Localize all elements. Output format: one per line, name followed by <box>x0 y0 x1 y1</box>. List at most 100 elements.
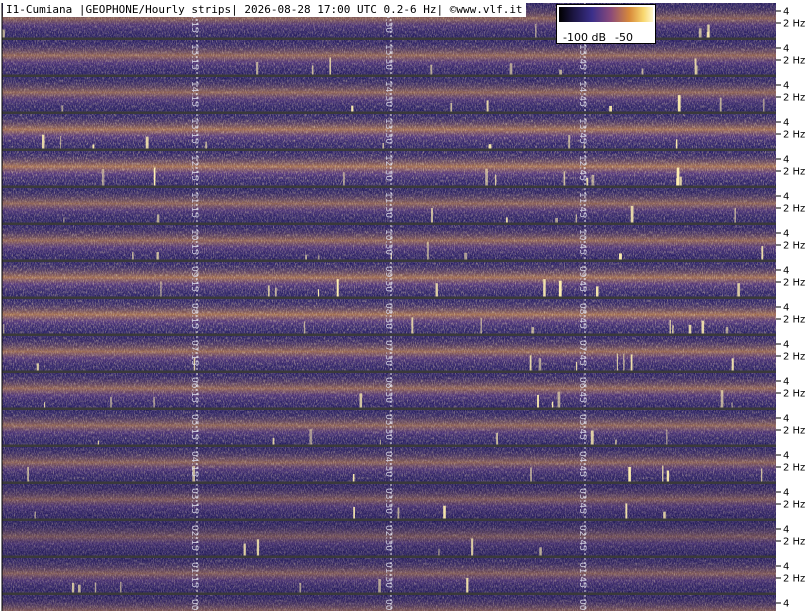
frequency-tick-label: 4 <box>783 451 789 462</box>
strip-burst <box>719 97 722 112</box>
strip-separator <box>2 111 776 114</box>
time-label: 15:15 <box>189 44 199 70</box>
strip-burst <box>92 144 95 149</box>
frequency-tick-label: 2 Hz <box>783 204 805 215</box>
strip-burst <box>609 105 612 112</box>
strip-burst <box>205 141 207 149</box>
strip-burst <box>505 217 508 223</box>
strip-burst <box>537 394 539 408</box>
strip-burst <box>559 69 562 75</box>
strip-burst <box>267 285 270 297</box>
strip-burst <box>707 24 710 38</box>
strip-separator <box>2 481 776 484</box>
hour-strip-01: 01:15 01:30 01:45 <box>2 558 776 595</box>
strip-burst <box>431 207 433 223</box>
spectrogram-chart: 16:1516:3016:4515:1515:3015:4514:1514:30… <box>0 0 812 611</box>
strip-burst <box>397 507 400 519</box>
frequency-tick-label: 4 <box>783 340 789 351</box>
strip-separator <box>2 444 776 447</box>
time-label: 02:15 <box>189 525 199 551</box>
strip-burst <box>305 254 307 260</box>
time-label: 09:15 <box>189 266 199 292</box>
strip-burst <box>630 354 633 371</box>
frequency-tick-label: 4 <box>783 414 789 425</box>
strip-burst <box>672 325 674 334</box>
strip-burst <box>616 353 618 371</box>
strip-burst <box>488 144 492 149</box>
strip-burst <box>734 207 736 223</box>
time-label: 06:30 <box>383 377 393 403</box>
hour-strip-12: 12:15 12:30 12:45 <box>2 151 776 188</box>
strip-burst <box>662 465 664 482</box>
frequency-tick-label: 4 <box>783 44 789 55</box>
strip-burst <box>311 65 314 75</box>
time-label: 05:30 <box>383 414 393 440</box>
strip-burst <box>688 324 692 334</box>
strip-burst <box>619 253 622 260</box>
time-label: 09:45 <box>577 266 587 292</box>
frequency-tick-label: 2 Hz <box>783 537 805 548</box>
strip-burst <box>101 169 105 186</box>
strip-burst <box>663 511 666 519</box>
frequency-tick-label: 2 Hz <box>783 352 805 363</box>
strip-burst <box>317 255 320 260</box>
frequency-tick-label: 2 Hz <box>783 278 805 289</box>
strip-burst <box>275 287 277 297</box>
time-label: 13:15 <box>189 118 199 144</box>
strip-burst <box>160 281 162 297</box>
strip-burst <box>486 100 489 112</box>
time-label: 11:30 <box>383 192 393 218</box>
strip-burst <box>761 246 764 260</box>
strip-burst <box>120 581 122 593</box>
time-label: 03:15 <box>189 488 199 514</box>
strip-burst <box>329 57 331 75</box>
frequency-tick-label: 2 Hz <box>783 241 805 252</box>
strip-burst <box>359 393 363 408</box>
frequency-tick-label: 2 Hz <box>783 574 805 585</box>
strip-burst <box>317 289 320 297</box>
hour-strip-13: 13:15 13:30 13:45 <box>2 114 776 151</box>
strip-burst <box>256 539 260 556</box>
strip-burst <box>596 286 599 297</box>
strip-burst <box>720 390 724 408</box>
time-label: 02:30 <box>383 525 393 551</box>
strip-burst <box>731 358 734 371</box>
frequency-tick-label: 4 <box>783 118 789 129</box>
strip-burst <box>153 167 156 186</box>
frequency-tick-label: 4 <box>783 7 789 18</box>
strip-burst <box>698 28 702 38</box>
strip-burst <box>471 538 474 556</box>
strip-separator <box>2 148 776 151</box>
strip-burst <box>676 178 678 186</box>
time-label: 06:45 <box>577 377 587 403</box>
strip-burst <box>531 327 535 334</box>
strip-burst <box>568 134 571 149</box>
strip-separator <box>2 74 776 77</box>
frequency-tick-label: 4 <box>783 562 789 573</box>
strip-separator <box>2 185 776 188</box>
strip-burst <box>110 396 112 408</box>
frequency-tick-label: 4 <box>783 229 789 240</box>
time-label: 11:15 <box>189 192 199 218</box>
strip-burst <box>737 283 740 297</box>
frequency-tick-label: 2 Hz <box>783 19 805 30</box>
strip-burst <box>630 205 634 223</box>
frequency-tick-label: 4 <box>783 525 789 536</box>
strip-burst <box>352 474 355 482</box>
frequency-tick-label: 2 Hz <box>783 56 805 67</box>
hour-strip-04: 04:15 04:30 04:45 <box>2 447 776 484</box>
time-label: 10:15 <box>189 229 199 255</box>
hour-strip-15: 15:15 15:30 15:45 <box>2 40 776 77</box>
strip-burst <box>530 467 532 482</box>
strip-burst <box>78 584 81 593</box>
frequency-tick-label: 4 <box>783 599 789 610</box>
strip-burst <box>42 134 45 149</box>
strip-burst <box>3 323 5 334</box>
time-label: 02:45 <box>577 525 587 551</box>
strip-burst <box>535 23 537 38</box>
colorbar-high-label: -50 <box>615 31 633 44</box>
time-label: 10:45 <box>577 229 587 255</box>
strip-separator <box>2 370 776 373</box>
chart-title: I1-Cumiana |GEOPHONE/Hourly strips| 2026… <box>3 2 526 17</box>
strip-burst <box>558 280 562 297</box>
